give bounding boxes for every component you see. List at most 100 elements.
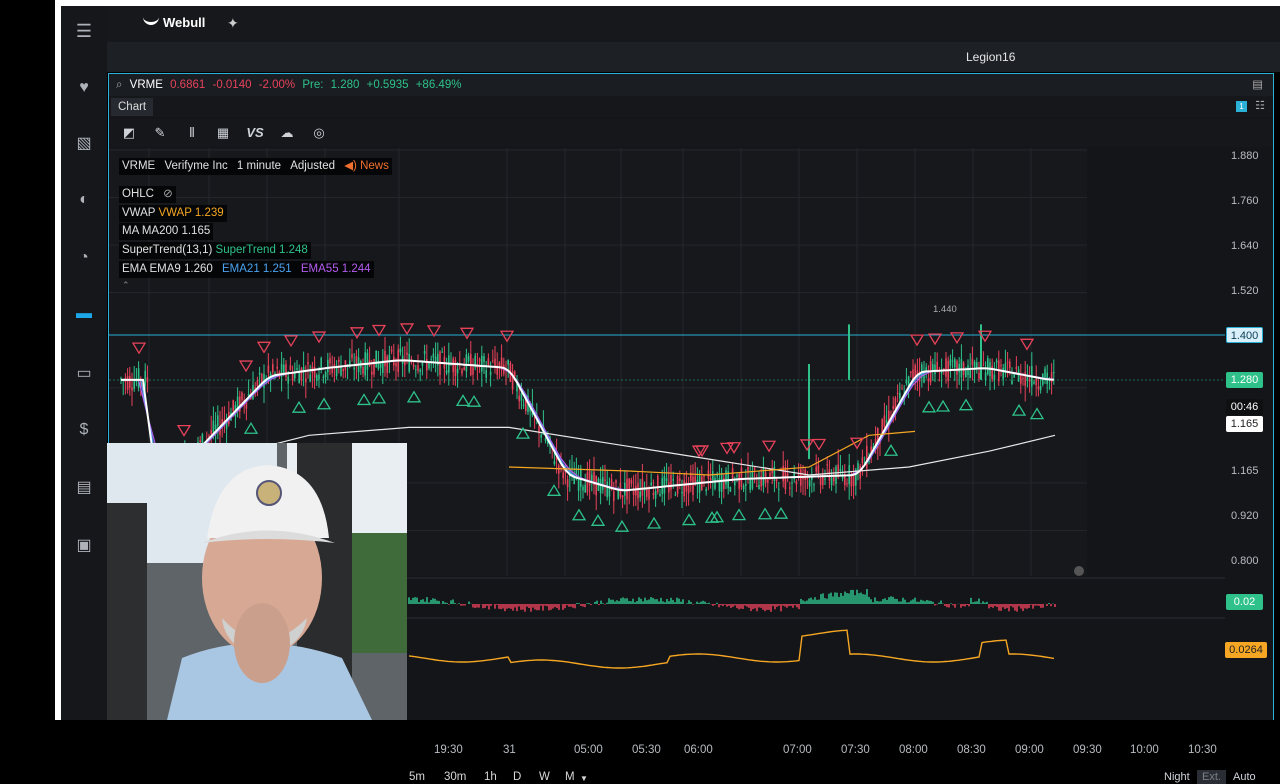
candle-body xyxy=(652,492,655,496)
candle-body xyxy=(681,492,683,494)
candle-body xyxy=(960,359,963,378)
chart-type-icon[interactable]: ◩ xyxy=(120,124,138,142)
candle-body xyxy=(472,367,474,375)
osc-value-tag: 0.0264 xyxy=(1225,642,1267,658)
candle-body xyxy=(742,485,745,490)
legend-ohlc[interactable]: OHLC ⊘ xyxy=(119,186,176,203)
candle-body xyxy=(789,487,791,489)
party-popper-icon[interactable]: ✦ xyxy=(227,15,239,32)
ext-toggle[interactable]: Ext. xyxy=(1197,770,1226,784)
legend-ma[interactable]: MA MA200 1.165 xyxy=(119,223,214,240)
candle-body xyxy=(824,478,826,480)
candle-body xyxy=(441,351,443,353)
quote-symbol[interactable]: VRME xyxy=(130,79,163,91)
candle-body xyxy=(285,364,287,377)
search-icon[interactable]: ⌕ xyxy=(116,79,122,91)
candle-body xyxy=(214,424,217,430)
cloud-icon[interactable]: ☁ xyxy=(278,124,296,142)
candle-body xyxy=(483,356,485,363)
candle-body xyxy=(133,381,135,389)
candle-body xyxy=(129,375,131,388)
candle-body xyxy=(984,372,987,380)
candle-body xyxy=(362,366,364,374)
info-interval[interactable]: 1 minute xyxy=(237,160,281,172)
username: Legion16 xyxy=(966,50,1016,64)
candle-body xyxy=(738,473,740,489)
candle-body xyxy=(289,365,292,370)
compare-vs-icon[interactable]: VS xyxy=(246,124,264,142)
tf-w[interactable]: W xyxy=(539,771,550,783)
briefcase-icon[interactable]: ▣ xyxy=(74,536,94,556)
vwap-label: VWAP xyxy=(122,207,156,219)
candle-body xyxy=(615,480,617,483)
tab-chart[interactable]: Chart xyxy=(111,98,154,116)
tf-30m[interactable]: 30m xyxy=(444,771,466,783)
chart-icon[interactable]: ▧ xyxy=(74,134,94,154)
candle-body xyxy=(694,476,696,483)
list-icon[interactable]: ☷ xyxy=(1255,99,1265,112)
candle-body xyxy=(1035,378,1037,386)
candle-body xyxy=(698,475,701,493)
document-icon[interactable]: ▤ xyxy=(74,478,94,498)
tf-d[interactable]: D xyxy=(513,771,521,783)
dollar-icon[interactable]: $ xyxy=(74,420,94,440)
volume-value-tag: 0.02 xyxy=(1226,594,1263,610)
wallet-icon[interactable]: ▭ xyxy=(74,364,94,384)
collapse-chevron-icon[interactable]: ⌃ xyxy=(122,280,130,291)
x-tick: 19:30 xyxy=(434,744,463,756)
candle-body xyxy=(272,364,274,373)
indicator-icon[interactable]: ◎ xyxy=(310,124,328,142)
info-adjust[interactable]: Adjusted xyxy=(290,160,335,172)
candle-body xyxy=(802,477,804,480)
legend-vwap[interactable]: VWAP VWAP 1.239 xyxy=(119,205,227,222)
planet-icon[interactable]: ◐ xyxy=(74,190,94,210)
tf-dropdown-icon[interactable]: ▼ xyxy=(580,774,588,783)
tf-1h[interactable]: 1h xyxy=(484,771,497,783)
scroll-handle xyxy=(1074,566,1084,576)
candle-body xyxy=(353,367,355,370)
candle-body xyxy=(406,352,408,355)
ema9-value: EMA9 1.260 xyxy=(149,263,213,275)
tf-m[interactable]: M xyxy=(565,771,575,783)
ma-price-tag: 1.165 xyxy=(1226,416,1263,432)
webull-logo[interactable]: Webull xyxy=(143,15,205,30)
layout-grid-icon[interactable]: ▦ xyxy=(214,124,232,142)
hide-eye-icon[interactable]: ⊘ xyxy=(163,188,173,200)
panel-menu-icon[interactable]: ▤ xyxy=(1252,74,1263,96)
monitor-icon[interactable]: ▬ xyxy=(74,304,94,324)
candle-body xyxy=(604,479,606,482)
candle-body xyxy=(351,353,353,358)
layout-one-icon[interactable]: 1 xyxy=(1236,101,1247,112)
candle-body xyxy=(936,361,938,372)
heart-icon[interactable]: ♥ xyxy=(74,78,94,98)
draw-pencil-icon[interactable]: ✎ xyxy=(151,124,169,142)
news-icon[interactable]: ◀) xyxy=(344,160,357,172)
candle-body xyxy=(540,434,542,438)
candle-body xyxy=(599,478,602,494)
legend-supertrend[interactable]: SuperTrend(13,1) SuperTrend 1.248 xyxy=(119,242,311,259)
candle-body xyxy=(452,358,454,373)
candle-body xyxy=(905,380,908,384)
legend-ema[interactable]: EMA EMA9 1.260 EMA21 1.251 EMA55 1.244 xyxy=(119,261,374,278)
candle-body xyxy=(386,356,388,373)
candle-body xyxy=(1053,372,1055,374)
auto-toggle[interactable]: Auto xyxy=(1228,770,1261,784)
candle-body xyxy=(982,364,985,366)
info-row: VRME Verifyme Inc 1 minute Adjusted ◀) N… xyxy=(119,158,392,175)
tf-5m[interactable]: 5m xyxy=(409,771,425,783)
candle-body xyxy=(782,465,784,482)
candle-body xyxy=(298,371,300,384)
candle-body xyxy=(1050,372,1053,383)
candle-body xyxy=(621,495,624,498)
x-tick: 08:00 xyxy=(899,744,928,756)
gauge-icon[interactable]: ◔ xyxy=(74,248,94,268)
candle-body xyxy=(432,353,435,358)
menu-icon[interactable]: ☰ xyxy=(74,21,94,41)
candle-body xyxy=(498,362,501,367)
night-toggle[interactable]: Night xyxy=(1159,770,1195,784)
candle-body xyxy=(901,388,903,390)
info-news[interactable]: News xyxy=(360,160,389,172)
candle-body xyxy=(1002,367,1004,379)
candle-settings-icon[interactable]: ⫴ xyxy=(183,124,201,142)
line-price-tag[interactable]: 1.400 xyxy=(1226,327,1263,343)
